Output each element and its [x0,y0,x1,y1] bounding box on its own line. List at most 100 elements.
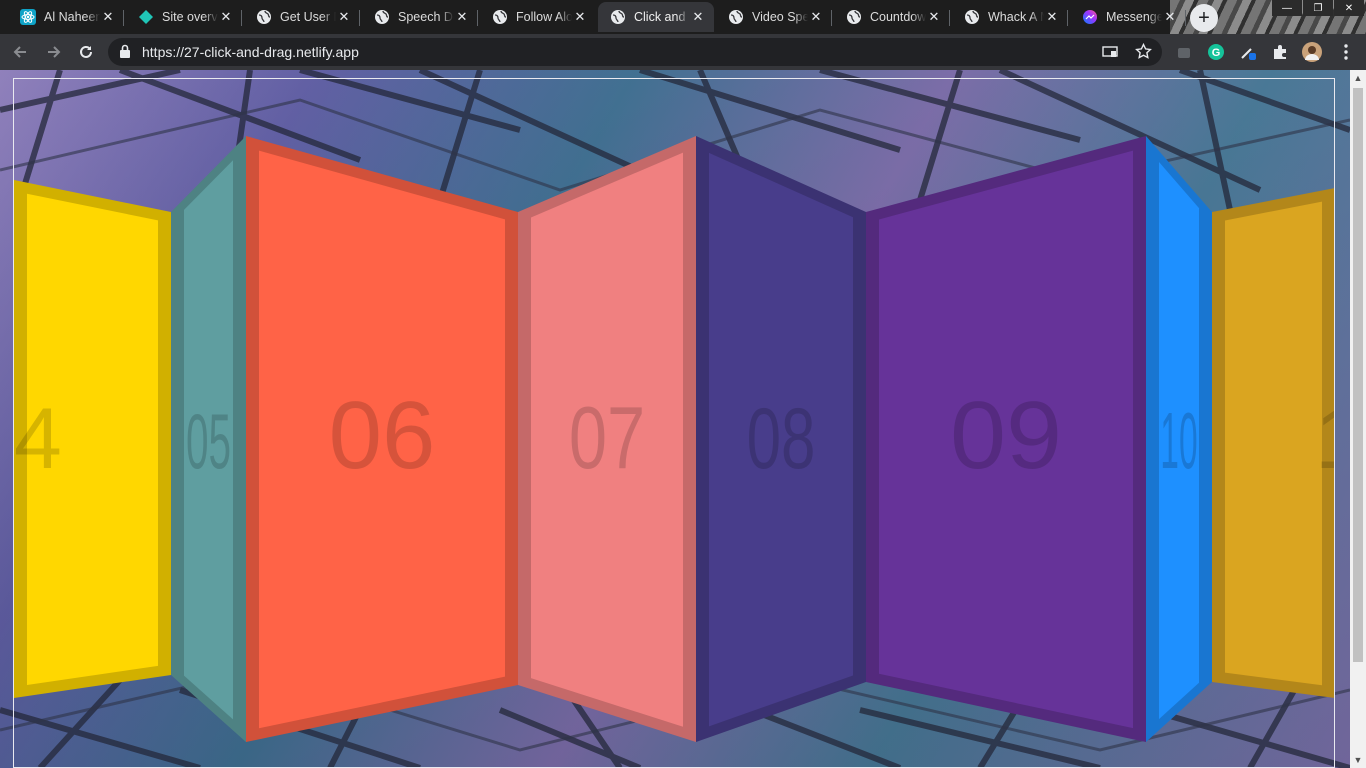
items-slider[interactable]: 4 05 06 07 08 09 10 1 [0,70,1350,768]
tab-title: Messenger [1106,10,1162,24]
grammarly-button[interactable]: G [1202,38,1230,66]
tab-close-icon[interactable]: ✕ [100,9,116,25]
globe-icon [846,9,862,25]
grammarly-icon: G [1208,44,1224,60]
tab-title: Get User Media [280,10,336,24]
slider-item-number: 09 [950,381,1062,488]
slider-item-number: 06 [329,382,436,489]
globe-icon [964,9,980,25]
slider-item-number: 05 [186,399,231,486]
tab-separator [477,10,478,26]
slider-item[interactable]: 4 [14,180,171,698]
tab-separator [1067,10,1068,26]
extension-button[interactable] [1170,38,1198,66]
slider-item-number: 07 [569,389,645,487]
extension-robot-icon [1178,48,1190,58]
slider-item-number: 10 [1160,396,1197,486]
bookmark-star-icon[interactable] [1135,43,1152,60]
tab-separator [359,10,360,26]
scroll-down-icon[interactable]: ▼ [1350,752,1366,768]
avatar [1302,42,1322,62]
globe-icon [610,9,626,25]
tab-close-icon[interactable]: ✕ [1162,9,1178,25]
extensions-button[interactable] [1266,38,1294,66]
tab-separator [949,10,950,26]
browser-tab[interactable]: Video Speed✕ [716,2,832,32]
tab-close-icon[interactable]: ✕ [808,9,824,25]
globe-icon [374,9,390,25]
browser-tab[interactable]: Get User Media✕ [244,2,360,32]
slider-item[interactable]: 08 [696,136,866,742]
tab-title: Speech Detection [398,10,454,24]
tab-separator [831,10,832,26]
forward-arrow-icon [48,46,61,58]
slider-item[interactable]: 10 [1146,136,1212,742]
new-tab-button[interactable]: + [1190,4,1218,32]
forward-button[interactable] [40,38,68,66]
tab-title: Whack A Mole [988,10,1044,24]
cast-icon[interactable] [1102,44,1118,60]
kebab-menu-icon [1344,44,1348,60]
browser-tab[interactable]: Al Naheen ✕ [8,2,124,32]
tab-close-icon[interactable]: ✕ [218,9,234,25]
slider-item[interactable]: 09 [866,136,1146,742]
slider-item-number: 08 [747,390,816,486]
browser-tab[interactable]: Whack A Mole✕ [952,2,1068,32]
browser-tab[interactable]: Countdown✕ [834,2,950,32]
tab-title: Click and Drag [634,10,690,24]
slider-item[interactable]: 1 [1212,188,1350,698]
netlify-icon [138,9,154,25]
browser-tab[interactable]: Follow Along✕ [480,2,596,32]
svg-text:G: G [1212,47,1221,59]
tab-separator [1185,10,1186,26]
window-close-icon[interactable]: ✕ [1334,0,1364,16]
messenger-icon [1082,9,1098,25]
tab-strip: Al Naheen✕Site overview✕Get User Media✕S… [0,0,1366,34]
slider-item-number: 4 [14,391,62,487]
minimize-icon[interactable]: — [1272,0,1302,16]
tab-close-icon[interactable]: ✕ [926,9,942,25]
lock-icon [120,44,130,58]
reload-icon [80,45,92,58]
profile-button[interactable] [1298,38,1326,66]
browser-tab[interactable]: Messenger ✕ [1070,2,1186,32]
tab-separator [123,10,124,26]
globe-icon [492,9,508,25]
browser-tab[interactable]: Site overview✕ [126,2,242,32]
globe-icon [256,9,272,25]
react-icon [20,9,36,25]
pen-extension-button[interactable] [1234,38,1262,66]
reload-button[interactable] [72,38,100,66]
tab-close-icon[interactable]: ✕ [1044,9,1060,25]
address-bar[interactable]: https://27-click-and-drag.netlify.app [108,38,1162,66]
url-text: https://27-click-and-drag.netlify.app [142,44,359,60]
globe-icon [728,9,744,25]
tab-title: Countdown [870,10,926,24]
slider-item[interactable]: 07 [518,136,696,742]
browser-toolbar: https://27-click-and-drag.netlify.app G [0,34,1366,70]
tab-close-icon[interactable]: ✕ [572,9,588,25]
slider-item[interactable]: 05 [171,136,246,742]
tab-separator [241,10,242,26]
tab-title: Follow Along [516,10,572,24]
pen-icon [1241,48,1256,60]
tab-title: Al Naheen [44,10,100,24]
restore-icon[interactable]: ❐ [1303,0,1333,16]
scroll-up-icon[interactable]: ▲ [1350,70,1366,86]
puzzle-icon [1274,45,1286,59]
tab-close-icon[interactable]: ✕ [336,9,352,25]
slider-item[interactable]: 06 [246,136,518,742]
scrollbar-thumb[interactable] [1353,88,1363,662]
menu-button[interactable] [1332,38,1360,66]
slider-item-face [1225,202,1322,686]
browser-tab[interactable]: Click and Drag✕ [598,2,714,32]
tab-close-icon[interactable]: ✕ [454,9,470,25]
page-viewport: 4 05 06 07 08 09 10 1 ▲ ▼ [0,70,1366,768]
browser-tab[interactable]: Speech Detection✕ [362,2,478,32]
vertical-scrollbar[interactable]: ▲ ▼ [1350,70,1366,768]
back-button[interactable] [6,38,34,66]
tab-close-icon[interactable]: ✕ [690,9,706,25]
back-arrow-icon [13,46,26,58]
tab-title: Video Speed [752,10,808,24]
tab-title: Site overview [162,10,218,24]
